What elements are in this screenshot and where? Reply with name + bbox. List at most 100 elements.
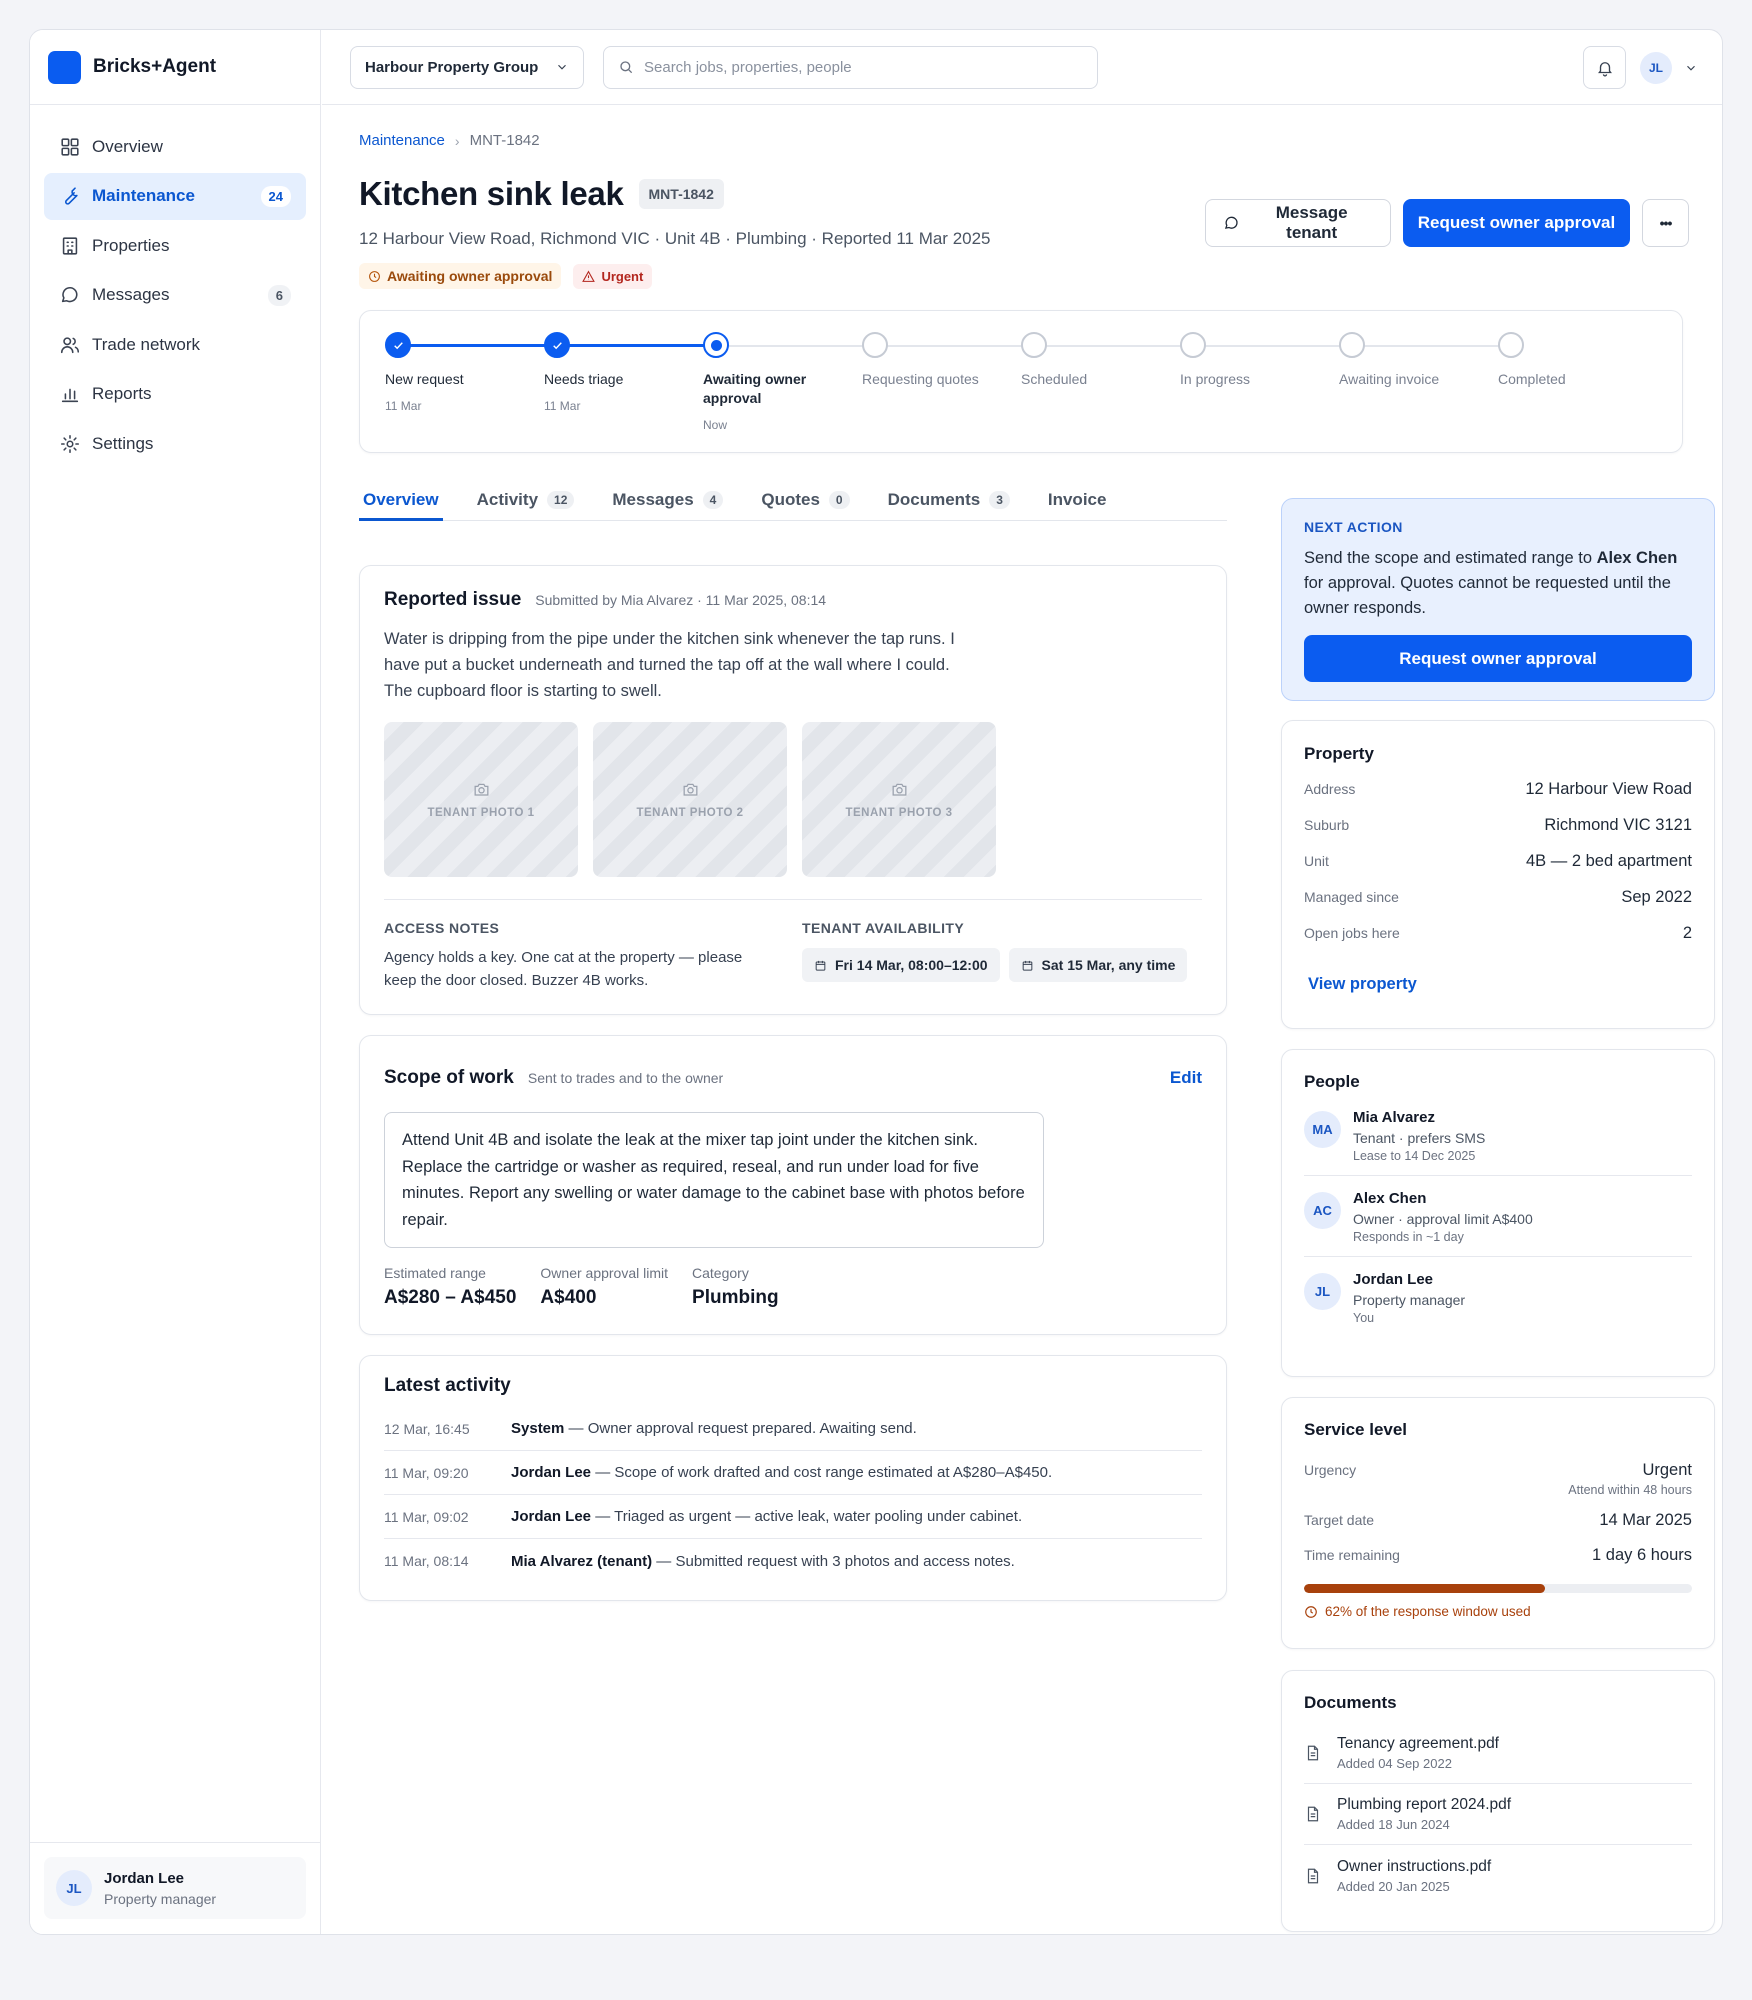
step-needs-triage: Needs triage 11 Mar [544,332,694,413]
metric-label: Estimated range [384,1265,486,1281]
status-stepper: New request 11 Mar Needs triage 11 Mar A… [359,310,1683,453]
sidebar-item-settings[interactable]: Settings [44,420,306,467]
activity-time: 12 Mar, 16:45 [384,1420,470,1437]
field-value: 12 Harbour View Road [1525,780,1692,798]
tab-activity[interactable]: Activity 12 [473,481,579,521]
avatar: JL [56,1870,92,1906]
tab-label: Invoice [1047,490,1107,509]
activity-actor: Jordan Lee [511,1508,592,1525]
avatar[interactable]: JL [1640,51,1672,84]
sidebar-item-label: Settings [92,433,154,453]
document-date: Added 04 Sep 2022 [1337,1756,1452,1771]
tab-label: Messages [612,490,694,509]
metric-value: Plumbing [692,1287,779,1308]
service-row-target: Target date 14 Mar 2025 [1304,1511,1692,1530]
people-icon [60,336,80,353]
sidebar-item-properties[interactable]: Properties [44,222,306,269]
brand[interactable]: Bricks+Agent [30,30,320,105]
sidebar-item-label: Messages [92,285,170,304]
step-dot [385,332,411,358]
person-note: You [1353,1311,1375,1325]
brand-logo [48,50,81,84]
availability-chip: Fri 14 Mar, 08:00–12:00 [802,948,1000,982]
sidebar-item-maintenance[interactable]: Maintenance 24 [44,172,306,220]
tenant-photo[interactable]: TENANT PHOTO 1 [384,722,578,877]
activity-message: — Triaged as urgent — active leak, water… [591,1508,1023,1525]
tab-invoice[interactable]: Invoice [1044,481,1111,521]
camera-icon [892,783,906,796]
document-row[interactable]: Owner instructions.pdf Added 20 Jan 2025 [1304,1845,1692,1906]
response-progress-bar [1304,1584,1692,1593]
field-label: Address [1304,781,1356,797]
step-new-request: New request 11 Mar [385,332,535,413]
person-row[interactable]: JL Jordan Lee Property manager You [1304,1257,1692,1337]
card-title: Scope of work [384,1067,514,1088]
topbar: Harbour Property Group JL [322,30,1722,105]
request-owner-approval-button[interactable]: Request owner approval [1304,635,1692,682]
text-line: Attend Unit 4B and isolate the leak at t… [402,1131,979,1149]
field-label: Managed since [1304,889,1399,905]
sidebar-item-reports[interactable]: Reports [44,371,306,418]
document-row[interactable]: Plumbing report 2024.pdf Added 18 Jun 202… [1304,1784,1692,1845]
step-dot [703,332,729,358]
status-badge: Awaiting owner approval [359,263,562,289]
scope-metrics: Estimated range A$280 – A$450 Owner appr… [384,1265,1202,1309]
activity-row: 11 Mar, 09:02 Jordan Lee — Triaged as ur… [384,1495,1202,1539]
sidebar-item-messages[interactable]: Messages 6 [44,272,306,319]
file-icon [1307,1745,1319,1761]
more-actions-button[interactable]: ••• [1642,199,1689,247]
chevron-right-icon: › [454,132,460,149]
count-badge: 6 [267,284,291,306]
text-line: minutes. Report any swelling or water da… [402,1184,1025,1202]
notifications-button[interactable] [1583,46,1626,89]
message-tenant-button[interactable]: Message tenant [1205,199,1391,247]
metric-label: Owner approval limit [540,1265,669,1281]
file-icon [1307,1806,1319,1822]
step-label: New request [385,371,464,387]
field-note: Attend within 48 hours [1568,1483,1692,1497]
people-card: People MA Mia Alvarez Tenant · prefers S… [1281,1049,1715,1377]
org-select[interactable]: Harbour Property Group [350,45,584,89]
tenant-photo[interactable]: TENANT PHOTO 2 [593,722,787,877]
tab-quotes[interactable]: Quotes 0 [757,481,853,521]
person-row[interactable]: MA Mia Alvarez Tenant · prefers SMS Leas… [1304,1095,1692,1176]
tenant-photo[interactable]: TENANT PHOTO 3 [802,722,996,877]
request-owner-approval-button[interactable]: Request owner approval [1403,199,1630,247]
text-line: for approval. Quotes cannot be requested… [1304,574,1671,592]
field-label: Target date [1304,1512,1375,1528]
breadcrumb-link-maintenance[interactable]: Maintenance [359,132,445,149]
tab-documents[interactable]: Documents 3 [884,481,1014,521]
camera-icon [683,783,697,796]
scope-of-work-card: Scope of work Sent to trades and to the … [359,1035,1227,1335]
step-dot [1180,332,1206,358]
sidebar-item-trade-network[interactable]: Trade network [44,321,306,368]
user-card[interactable]: JL Jordan Lee Property manager [44,1857,306,1919]
account-menu-button[interactable] [1684,61,1698,75]
brand-name: Bricks+Agent [93,56,217,77]
search-input[interactable] [644,58,1083,76]
document-row[interactable]: Tenancy agreement.pdf Added 04 Sep 2022 [1304,1723,1692,1784]
person-row[interactable]: AC Alex Chen Owner · approval limit A$40… [1304,1176,1692,1257]
calendar-icon [1022,960,1032,971]
sidebar-user: JL Jordan Lee Property manager [30,1842,320,1934]
tab-messages[interactable]: Messages 4 [608,481,727,521]
property-row: Suburb Richmond VIC 3121 [1304,816,1692,852]
text-line: have put a bucket underneath and turned … [384,656,950,674]
tab-overview[interactable]: Overview [359,481,443,521]
building-icon [62,236,78,255]
wrench-icon [65,187,78,205]
field-value: Urgent [1642,1461,1692,1479]
person-role: Property manager [1353,1292,1466,1308]
text-line: repair. [402,1210,448,1229]
sidebar-item-overview[interactable]: Overview [44,123,306,170]
edit-scope-button[interactable]: Edit [1170,1068,1202,1088]
view-property-link[interactable]: View property [1308,975,1417,994]
activity-time: 11 Mar, 09:02 [384,1508,469,1525]
service-level-card: Service level Urgency Urgent Attend with… [1281,1397,1715,1649]
activity-actor: Mia Alvarez (tenant) [511,1552,653,1570]
chat-icon [1224,216,1238,229]
tab-count: 3 [989,491,1010,509]
scope-text-box[interactable]: Attend Unit 4B and isolate the leak at t… [384,1112,1044,1248]
tab-label: Quotes [761,490,820,509]
step-awaiting-invoice: Awaiting invoice [1339,332,1489,389]
